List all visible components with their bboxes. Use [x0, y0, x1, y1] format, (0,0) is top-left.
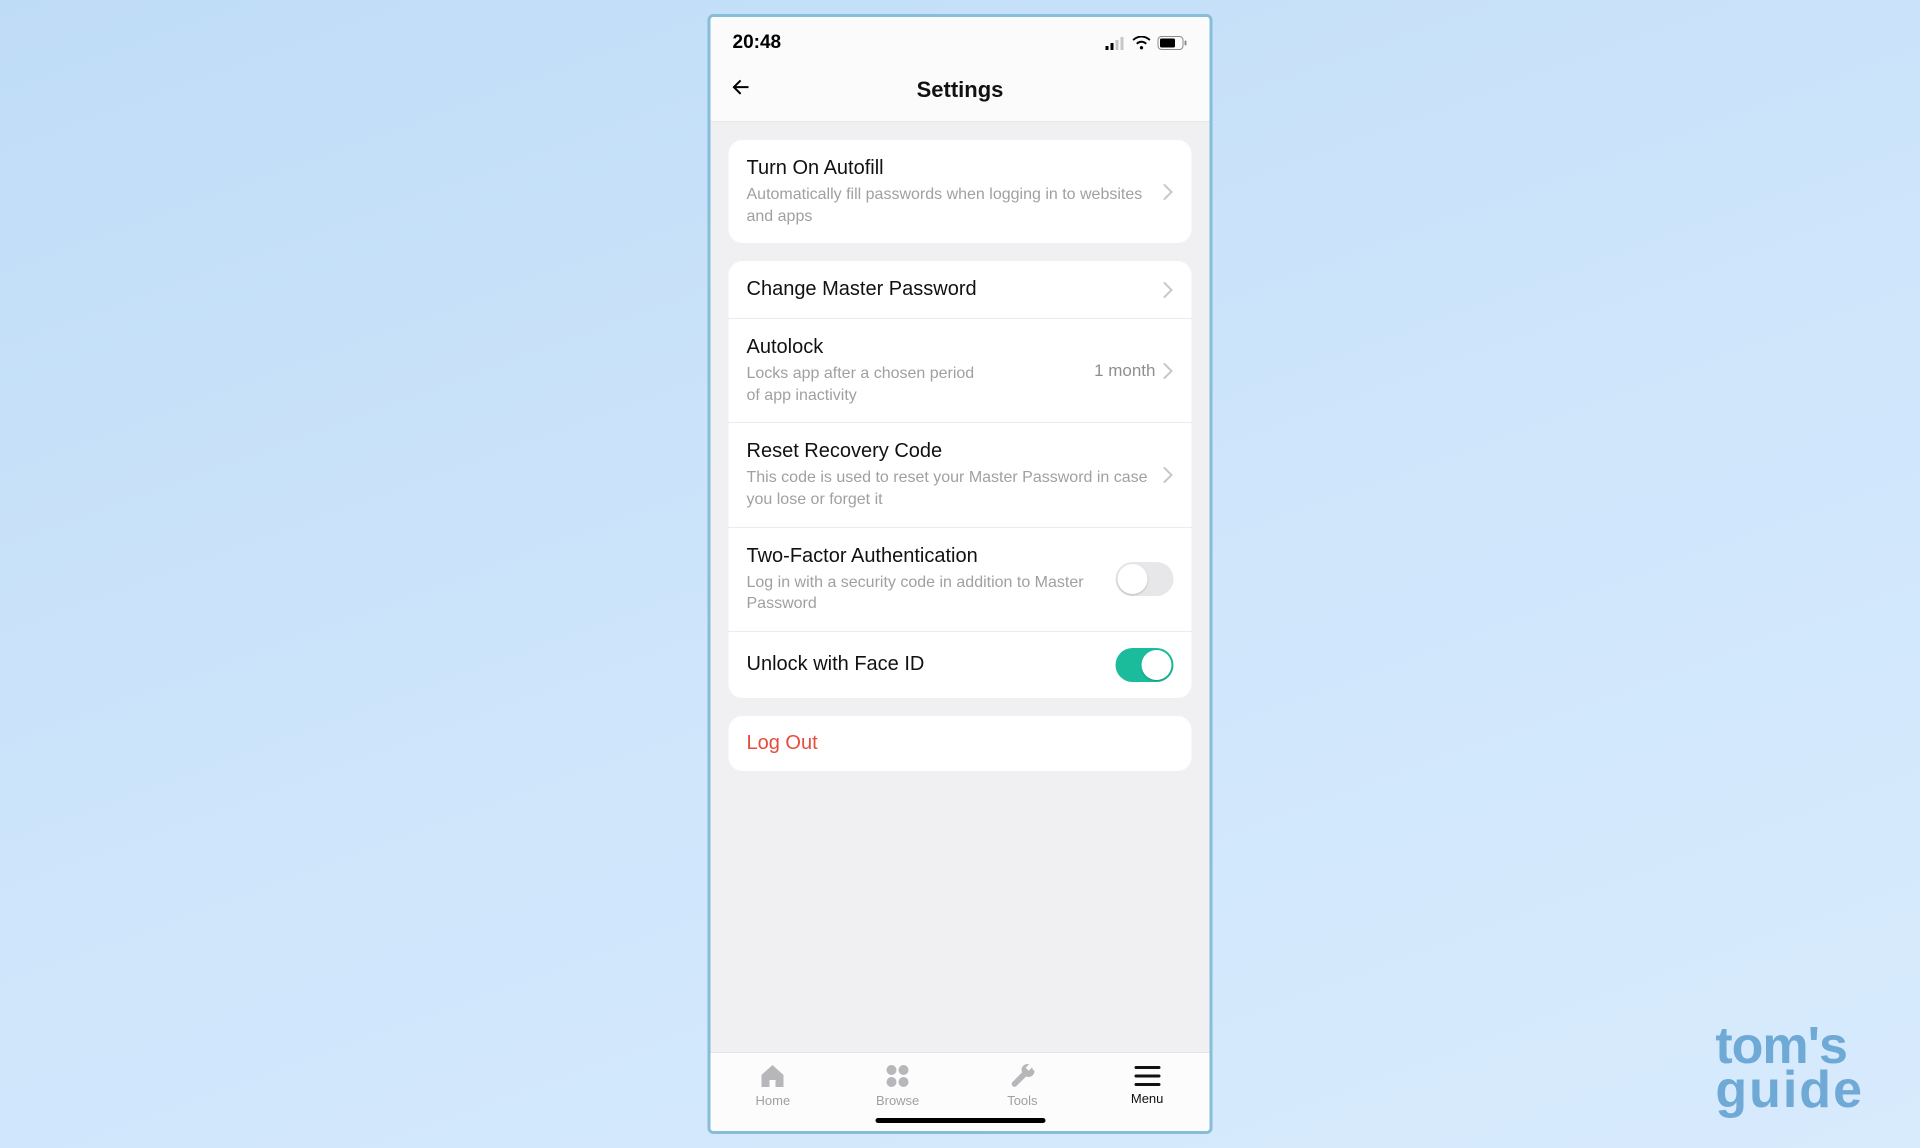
row-subtitle: This code is used to reset your Master P… — [747, 467, 1164, 510]
tab-browse[interactable]: Browse — [835, 1063, 960, 1108]
section-security: Change Master Password Autolock Locks ap… — [729, 261, 1192, 698]
phone-frame: 20:48 Settings — [708, 14, 1213, 1134]
chevron-right-icon — [1164, 184, 1174, 200]
home-icon — [759, 1063, 787, 1089]
row-subtitle: Log in with a security code in addition … — [747, 572, 1116, 615]
section-logout: Log Out — [729, 716, 1192, 771]
watermark: tom's guide — [1715, 1024, 1864, 1112]
wrench-icon — [1009, 1063, 1035, 1089]
home-indicator-area — [711, 1114, 1210, 1131]
section-autofill: Turn On Autofill Automatically fill pass… — [729, 140, 1192, 243]
arrow-left-icon — [729, 75, 753, 99]
chevron-right-icon — [1164, 467, 1174, 483]
settings-content: Turn On Autofill Automatically fill pass… — [711, 122, 1210, 1052]
tab-menu[interactable]: Menu — [1085, 1065, 1210, 1106]
row-autofill[interactable]: Turn On Autofill Automatically fill pass… — [729, 140, 1192, 243]
row-change-password[interactable]: Change Master Password — [729, 261, 1192, 318]
home-indicator[interactable] — [875, 1118, 1045, 1123]
status-time: 20:48 — [733, 32, 782, 54]
row-title: Autolock — [747, 335, 1095, 360]
page-title: Settings — [917, 77, 1004, 103]
tab-bar: Home Browse Tools Menu — [711, 1052, 1210, 1114]
row-subtitle: Automatically fill passwords when loggin… — [747, 184, 1164, 227]
chevron-right-icon — [1164, 363, 1174, 379]
row-faceid: Unlock with Face ID — [729, 631, 1192, 698]
battery-icon — [1158, 36, 1188, 50]
tab-tools[interactable]: Tools — [960, 1063, 1085, 1108]
row-title: Turn On Autofill — [747, 156, 1164, 181]
status-bar: 20:48 — [711, 17, 1210, 63]
row-autolock[interactable]: Autolock Locks app after a chosen period… — [729, 318, 1192, 422]
wifi-icon — [1132, 36, 1152, 50]
tab-label: Browse — [876, 1093, 919, 1108]
row-title: Change Master Password — [747, 277, 1164, 302]
nav-header: Settings — [711, 63, 1210, 122]
row-subtitle: Locks app after a chosen period of app i… — [747, 363, 997, 406]
row-two-factor: Two-Factor Authentication Log in with a … — [729, 527, 1192, 631]
row-title: Reset Recovery Code — [747, 439, 1164, 464]
two-factor-toggle[interactable] — [1116, 562, 1174, 596]
logout-label: Log Out — [747, 732, 818, 755]
grid-icon — [885, 1063, 911, 1089]
faceid-toggle[interactable] — [1116, 648, 1174, 682]
autolock-value: 1 month — [1094, 361, 1155, 381]
row-title: Two-Factor Authentication — [747, 544, 1116, 569]
toggle-knob — [1118, 564, 1148, 594]
watermark-line2: guide — [1715, 1068, 1864, 1112]
back-button[interactable] — [729, 75, 753, 104]
toggle-knob — [1142, 650, 1172, 680]
status-icons — [1106, 36, 1188, 50]
tab-label: Tools — [1007, 1093, 1037, 1108]
tab-home[interactable]: Home — [711, 1063, 836, 1108]
cellular-icon — [1106, 37, 1126, 50]
row-recovery-code[interactable]: Reset Recovery Code This code is used to… — [729, 422, 1192, 526]
tab-label: Menu — [1131, 1091, 1164, 1106]
tab-label: Home — [756, 1093, 791, 1108]
row-title: Unlock with Face ID — [747, 652, 1116, 677]
menu-icon — [1134, 1065, 1160, 1087]
chevron-right-icon — [1164, 282, 1174, 298]
row-logout[interactable]: Log Out — [729, 716, 1192, 771]
